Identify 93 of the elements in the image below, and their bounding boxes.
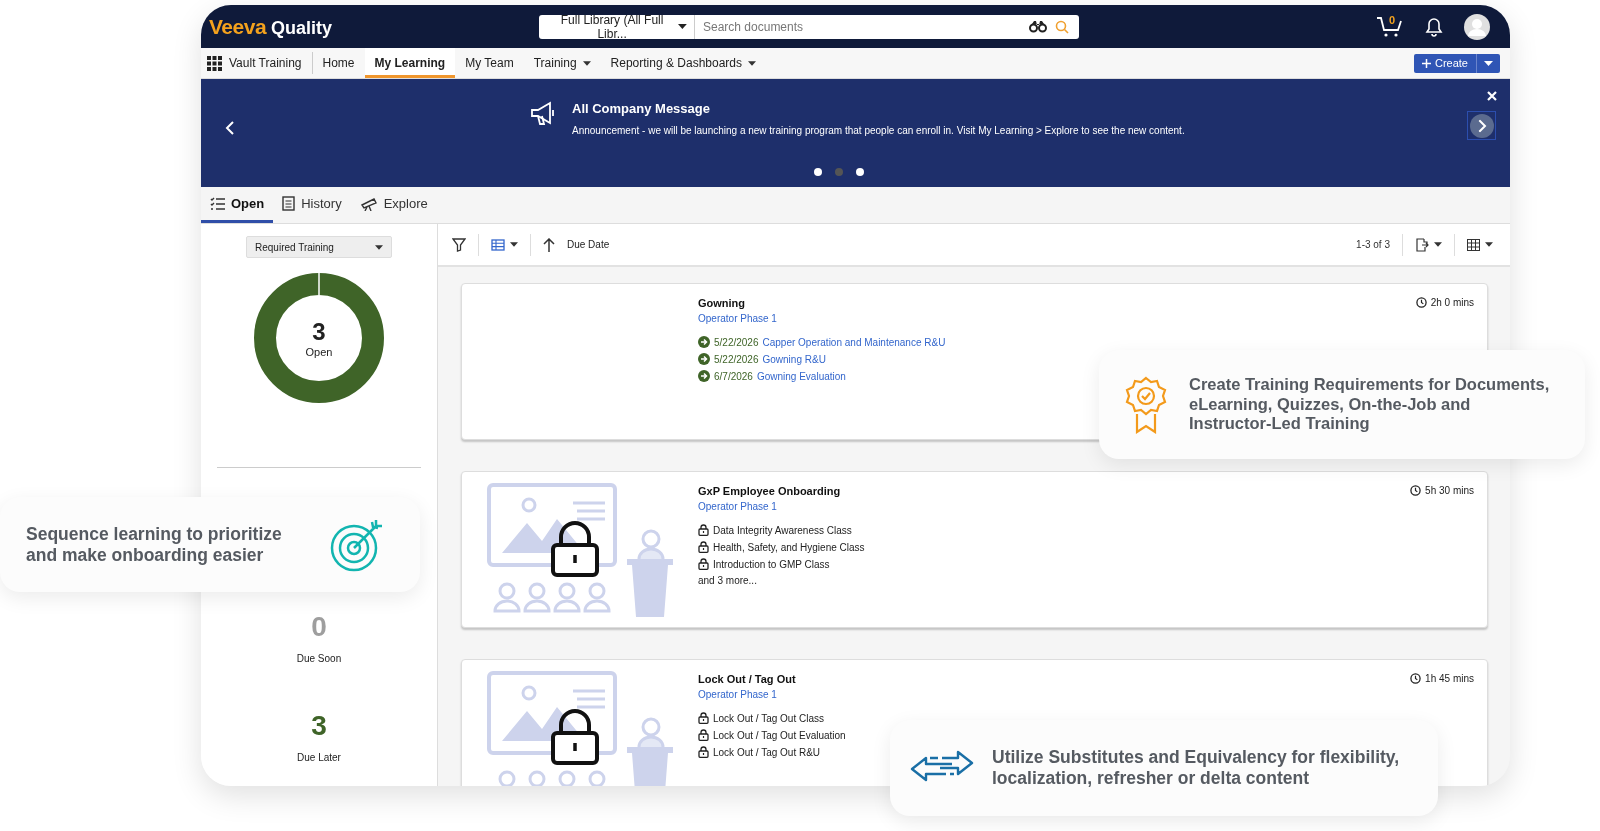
nav-tab[interactable]: My Team	[455, 48, 524, 78]
training-item: Health, Safety, and Hygiene Class	[713, 541, 865, 553]
view-tab[interactable]: Explore	[350, 187, 437, 223]
view-tab[interactable]: History	[273, 187, 351, 223]
sort-arrow-icon[interactable]	[543, 237, 555, 252]
lock-icon	[698, 524, 709, 536]
document-list-icon	[282, 196, 296, 211]
stat-label: Due Soon	[296, 653, 342, 664]
course-duration: 1h 45 mins	[1425, 673, 1474, 684]
nav-tab[interactable]: Training	[523, 48, 601, 78]
more-items-text[interactable]: and 3 more...	[698, 575, 865, 586]
training-item: Lock Out / Tag Out Evaluation	[713, 729, 846, 741]
caret-icon	[1434, 242, 1442, 247]
export-menu-button[interactable]	[1415, 237, 1442, 252]
open-count: 3	[312, 318, 326, 346]
banner-title: All Company Message	[572, 101, 711, 116]
result-count: 1-3 of 3	[1356, 239, 1390, 250]
logo-product: Quality	[271, 17, 333, 39]
create-menu-button[interactable]	[1476, 53, 1500, 73]
cart-button[interactable]: 0	[1376, 15, 1404, 38]
plus-icon	[1421, 58, 1431, 68]
course-duration: 2h 0 mins	[1430, 297, 1474, 308]
due-date: 5/22/2026	[714, 336, 759, 348]
nav-tab[interactable]: My Learning	[364, 48, 456, 78]
stat-label: Due Later	[297, 752, 341, 763]
caret-icon	[1485, 242, 1493, 247]
carousel-dot[interactable]	[856, 168, 864, 176]
course-curriculum-link[interactable]: Operator Phase 1	[698, 313, 946, 324]
clock-icon	[1415, 297, 1427, 308]
telescope-icon	[359, 196, 378, 211]
carousel-dot[interactable]	[814, 168, 822, 176]
app-name[interactable]: Vault Training	[229, 56, 302, 70]
nav-tab[interactable]: Home	[312, 48, 365, 78]
arrow-circle-icon	[698, 370, 710, 382]
training-item: Data Integrity Awareness Class	[713, 524, 852, 536]
caret-icon	[748, 60, 756, 66]
lock-icon	[698, 558, 709, 570]
target-icon	[330, 517, 384, 572]
lock-icon	[698, 729, 709, 741]
view-menu-button[interactable]	[491, 238, 518, 251]
caret-icon	[582, 60, 591, 66]
callout-text: Utilize Substitutes and Equivalency for flexibility, localization, refresher or delta content	[992, 747, 1401, 789]
arrow-circle-icon	[698, 336, 710, 348]
caret-icon	[1484, 60, 1493, 66]
training-item: Lock Out / Tag Out Class	[713, 712, 824, 724]
course-curriculum-link[interactable]: Operator Phase 1	[698, 501, 865, 512]
megaphone-icon	[529, 101, 557, 127]
create-button[interactable]: Create	[1413, 53, 1476, 73]
course-curriculum-link[interactable]: Operator Phase 1	[698, 689, 846, 700]
arrow-circle-icon	[698, 353, 710, 365]
banner-message: Announcement - we will be launching a new training program that people can enroll in. Visit My Learning > Explore to see the new content.	[572, 125, 1185, 136]
binoculars-icon[interactable]	[1029, 20, 1047, 33]
course-card[interactable]: GxP Employee Onboarding Operator Phase 1 Data Integrity Awareness Class Health, Safety, and Hygiene Class Introduction to GMP Class and 3 more... 5h 30 mins	[461, 471, 1488, 628]
training-link[interactable]: Capper Operation and Maintenance R&U	[762, 336, 946, 348]
training-filter-dropdown[interactable]: Required Training	[246, 236, 392, 258]
caret-icon	[375, 244, 383, 250]
open-label: Open	[305, 346, 333, 358]
course-duration: 5h 30 mins	[1425, 485, 1474, 496]
close-icon[interactable]	[1487, 91, 1497, 101]
carousel-dot[interactable]	[835, 168, 843, 176]
filter-icon[interactable]	[452, 237, 466, 252]
stat-value: 3	[311, 710, 327, 742]
search-bar[interactable]: Search documents	[695, 14, 1079, 39]
clock-icon	[1410, 673, 1422, 684]
next-button[interactable]	[1467, 111, 1496, 140]
app-grid-icon[interactable]	[207, 55, 222, 71]
columns-menu-button[interactable]	[1467, 238, 1493, 251]
nav-tab[interactable]: Reporting & Dashboards	[600, 48, 766, 78]
course-title[interactable]: Lock Out / Tag Out	[698, 673, 846, 685]
avatar-icon[interactable]	[1464, 13, 1490, 40]
caret-icon	[510, 242, 518, 247]
course-title[interactable]: Gowning	[698, 297, 946, 309]
due-date: 6/7/2026	[714, 370, 753, 382]
training-link[interactable]: Gowning Evaluation	[756, 370, 846, 382]
training-item: Lock Out / Tag Out R&U	[713, 746, 821, 758]
training-item: Introduction to GMP Class	[713, 558, 830, 570]
due-date: 5/22/2026	[714, 353, 759, 365]
clock-icon	[1410, 485, 1422, 496]
course-title[interactable]: GxP Employee Onboarding	[698, 485, 865, 497]
checklist-icon	[210, 197, 225, 210]
award-ribbon-icon	[1125, 375, 1167, 434]
logo-brand: Veeva	[209, 14, 267, 39]
lock-icon	[698, 746, 709, 758]
cart-count: 0	[1389, 13, 1396, 26]
callout-text: Sequence learning to prioritize and make onboarding easier	[26, 523, 283, 566]
library-dropdown[interactable]: Full Library (All Full Libr...	[539, 14, 695, 39]
sort-label[interactable]: Due Date	[567, 239, 610, 250]
stat-value: 0	[311, 611, 327, 643]
training-link[interactable]: Gowning R&U	[762, 353, 826, 365]
caret-icon	[678, 24, 687, 29]
lock-icon	[698, 541, 709, 553]
lock-icon	[698, 712, 709, 724]
notification-bell-icon[interactable]	[1424, 16, 1444, 37]
